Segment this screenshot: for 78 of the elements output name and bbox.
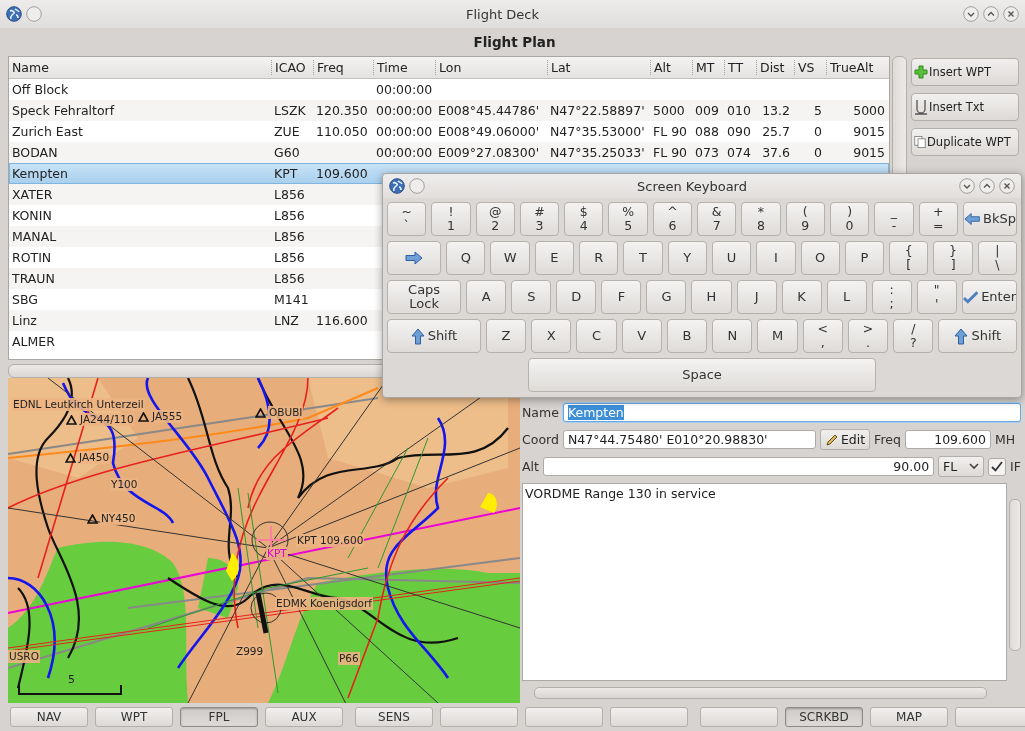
table-cell-text: 37.6 bbox=[761, 145, 791, 160]
table-cell-text: G60 bbox=[273, 145, 301, 160]
table-cell-text: L856 bbox=[273, 208, 306, 223]
table-cell-text: 5000 bbox=[652, 103, 686, 118]
window-title: Flight Deck bbox=[464, 6, 541, 22]
table-cell-text: FL 90 bbox=[652, 145, 689, 160]
field-label: Coord bbox=[522, 432, 559, 447]
map-label: JA450 bbox=[78, 451, 111, 464]
table-cell-text: L856 bbox=[273, 250, 306, 265]
table-cell-text: 120.350 bbox=[315, 103, 369, 118]
table-cell-text: LSZK bbox=[273, 103, 307, 118]
table-cell-text: Linz bbox=[11, 313, 38, 328]
table-cell-text: N47°35.25033' bbox=[549, 145, 646, 160]
table-cell-text: 00:00:00 bbox=[375, 145, 434, 160]
table-cell-text: KPT bbox=[273, 166, 299, 181]
table-cell-text: L856 bbox=[273, 229, 306, 244]
map-label: Z999 bbox=[235, 645, 265, 658]
table-cell-text: 073 bbox=[694, 145, 720, 160]
table-cell-text: 00:00:00 bbox=[375, 103, 434, 118]
table-cell-text: 0 bbox=[813, 124, 823, 139]
table-cell-text: E008°45.44786' bbox=[437, 103, 541, 118]
table-cell-text: 25.7 bbox=[761, 124, 791, 139]
table-cell-text: 9015 bbox=[852, 145, 886, 160]
map-label: P66 bbox=[338, 652, 360, 665]
table-cell-text: E008°49.06000' bbox=[437, 124, 541, 139]
table-cell-text: L856 bbox=[273, 271, 306, 286]
table-cell-text: 010 bbox=[726, 103, 752, 118]
map-label: USRO bbox=[8, 650, 40, 663]
table-cell-text: 00:00:00 bbox=[375, 82, 434, 97]
table-cell-text: Speck Fehraltorf bbox=[11, 103, 116, 118]
table-cell-text: BODAN bbox=[11, 145, 59, 160]
table-cell-text: 00:00:00 bbox=[375, 124, 434, 139]
field-label: Name bbox=[522, 405, 559, 420]
table-cell-text: TRAUN bbox=[11, 271, 56, 286]
table-cell-text: 090 bbox=[726, 124, 752, 139]
table-cell-text: 9015 bbox=[852, 124, 886, 139]
map-label: OBUBI bbox=[268, 406, 304, 419]
map-label: JA555 bbox=[151, 410, 184, 423]
table-cell-text: 074 bbox=[726, 145, 752, 160]
table-cell-text: N47°35.53000' bbox=[549, 124, 646, 139]
table-cell-text: M141 bbox=[273, 292, 310, 307]
unit-label: MH bbox=[994, 432, 1016, 447]
map-label: Y100 bbox=[110, 478, 139, 491]
table-cell-text: 110.050 bbox=[315, 124, 369, 139]
table-cell-text: 109.600 bbox=[315, 166, 369, 181]
window-title: Screen Keyboard bbox=[636, 178, 748, 194]
table-cell-text: FL 90 bbox=[652, 124, 689, 139]
map-label: EDMK Koenigsdorf bbox=[275, 597, 374, 610]
map-label: KPT bbox=[266, 547, 288, 560]
table-cell-text: 5000 bbox=[852, 103, 886, 118]
table-cell-text: N47°22.58897' bbox=[549, 103, 646, 118]
section-title: Flight Plan bbox=[473, 34, 556, 50]
checkbox-label: IF bbox=[1010, 459, 1021, 474]
table-cell-text: LNZ bbox=[273, 313, 300, 328]
map-label: NY450 bbox=[100, 512, 137, 525]
table-cell-text: MANAL bbox=[11, 229, 58, 244]
table-cell-text: 5 bbox=[813, 103, 823, 118]
table-cell-text: Off Block bbox=[11, 82, 70, 97]
table-cell-text: 088 bbox=[694, 124, 720, 139]
table-cell-text: XATER bbox=[11, 187, 54, 202]
table-cell-text: 009 bbox=[694, 103, 720, 118]
table-cell-text: E009°27.08300' bbox=[437, 145, 541, 160]
table-cell-text: 0 bbox=[813, 145, 823, 160]
table-cell-text: ROTIN bbox=[11, 250, 53, 265]
field-label: Freq bbox=[874, 432, 901, 447]
table-cell-text: 13.2 bbox=[761, 103, 791, 118]
table-cell-text: SBG bbox=[11, 292, 39, 307]
map-label: JA244/110 bbox=[79, 413, 135, 426]
table-cell-text: Zurich East bbox=[11, 124, 84, 139]
field-label: Alt bbox=[522, 459, 539, 474]
table-cell-text: Kempten bbox=[11, 166, 69, 181]
table-cell-text: KONIN bbox=[11, 208, 53, 223]
table-cell-text: L856 bbox=[273, 187, 306, 202]
table-cell-text: 116.600 bbox=[315, 313, 369, 328]
map-label: EDNL Leutkirch Unterzeil bbox=[12, 398, 145, 411]
scale-label: 5 bbox=[68, 674, 75, 686]
table-cell-text: ZUE bbox=[273, 124, 301, 139]
map-label: KPT 109.600 bbox=[296, 534, 365, 547]
